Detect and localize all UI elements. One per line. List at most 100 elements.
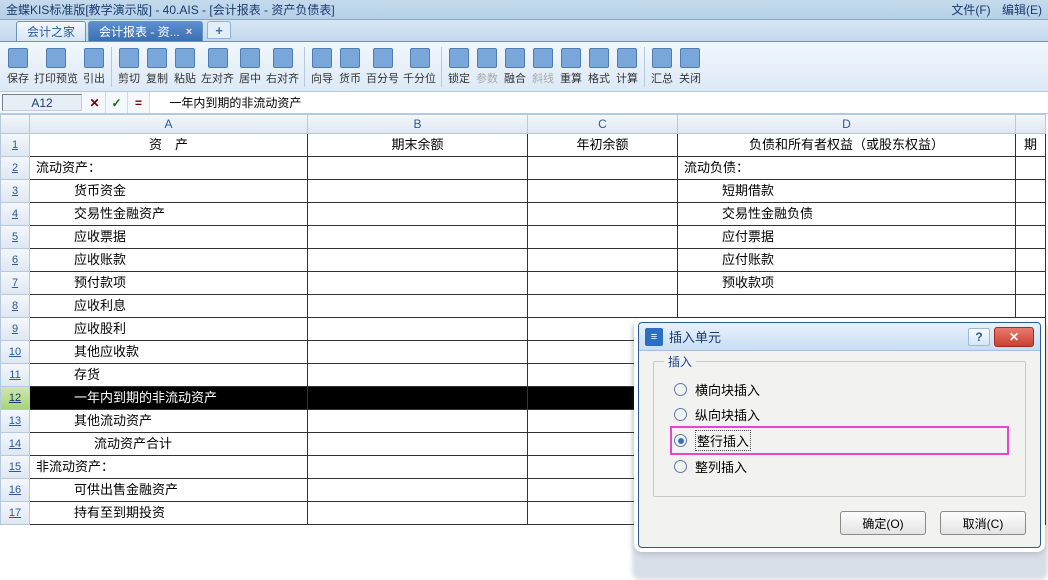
formula-confirm-button[interactable]: ✓	[106, 92, 128, 113]
wizard-button[interactable]: 向导	[308, 46, 336, 88]
row-header[interactable]: 16	[0, 479, 30, 502]
align-center-button[interactable]: 居中	[236, 46, 264, 88]
cell-D[interactable]: 应付票据	[678, 226, 1016, 249]
lock-button[interactable]: 锁定	[445, 46, 473, 88]
cell-A[interactable]: 资 产	[30, 134, 308, 157]
row-header[interactable]: 15	[0, 456, 30, 479]
dialog-title-bar[interactable]: ≡ 插入单元 ? ✕	[639, 323, 1040, 351]
align-left-button[interactable]: 左对齐	[199, 46, 236, 88]
table-row[interactable]: 1资 产期末余额年初余额负债和所有者权益（或股东权益）期	[0, 134, 1048, 157]
cell-A[interactable]: 流动资产：	[30, 157, 308, 180]
cell-C[interactable]	[528, 272, 678, 295]
menu-file[interactable]: 文件(F)	[951, 3, 990, 17]
row-header[interactable]: 1	[0, 134, 30, 157]
tab-0[interactable]: 会计之家	[16, 21, 86, 41]
cell-C[interactable]	[528, 203, 678, 226]
cell-B[interactable]: 期末余额	[308, 134, 528, 157]
cell-B[interactable]	[308, 180, 528, 203]
formula-equals-button[interactable]: =	[128, 92, 150, 113]
cell-E[interactable]	[1016, 203, 1046, 226]
cell-D[interactable]: 负债和所有者权益（或股东权益）	[678, 134, 1016, 157]
new-tab-button[interactable]: +	[207, 21, 231, 39]
cell-B[interactable]	[308, 502, 528, 525]
table-row[interactable]: 2流动资产：流动负债：	[0, 157, 1048, 180]
cell-E[interactable]	[1016, 272, 1046, 295]
row-header[interactable]: 11	[0, 364, 30, 387]
dialog-close-button[interactable]: ✕	[994, 327, 1034, 347]
cell-A[interactable]: 货币资金	[30, 180, 308, 203]
table-row[interactable]: 4交易性金融资产交易性金融负债	[0, 203, 1048, 226]
export-button[interactable]: 引出	[80, 46, 108, 88]
cell-B[interactable]	[308, 410, 528, 433]
cell-B[interactable]	[308, 433, 528, 456]
col-header-C[interactable]: C	[528, 114, 678, 134]
cell-D[interactable]: 短期借款	[678, 180, 1016, 203]
cell-B[interactable]	[308, 456, 528, 479]
row-header[interactable]: 10	[0, 341, 30, 364]
calc-button[interactable]: 计算	[613, 46, 641, 88]
tab-close-icon[interactable]: ×	[186, 26, 192, 38]
cell-B[interactable]	[308, 341, 528, 364]
merge-button[interactable]: 融合	[501, 46, 529, 88]
cut-button[interactable]: 剪切	[115, 46, 143, 88]
cell-E[interactable]	[1016, 157, 1046, 180]
cell-A[interactable]: 预付款项	[30, 272, 308, 295]
menu-edit[interactable]: 编辑(E)	[1002, 3, 1042, 17]
table-row[interactable]: 5应收票据应付票据	[0, 226, 1048, 249]
cell-E[interactable]	[1016, 226, 1046, 249]
cell-A[interactable]: 非流动资产：	[30, 456, 308, 479]
row-header[interactable]: 17	[0, 502, 30, 525]
cell-C[interactable]	[528, 226, 678, 249]
radio-option-3[interactable]: 整列插入	[674, 457, 1005, 476]
cell-B[interactable]	[308, 387, 528, 410]
col-header-B[interactable]: B	[308, 114, 528, 134]
formula-input[interactable]	[150, 92, 1048, 113]
cell-C[interactable]	[528, 180, 678, 203]
row-header[interactable]: 2	[0, 157, 30, 180]
table-row[interactable]: 8应收利息	[0, 295, 1048, 318]
paste-button[interactable]: 粘贴	[171, 46, 199, 88]
cell-B[interactable]	[308, 318, 528, 341]
cell-B[interactable]	[308, 226, 528, 249]
cell-B[interactable]	[308, 295, 528, 318]
cell-B[interactable]	[308, 249, 528, 272]
copy-button[interactable]: 复制	[143, 46, 171, 88]
cell-A[interactable]: 应收利息	[30, 295, 308, 318]
radio-option-1[interactable]: 纵向块插入	[674, 405, 1005, 424]
cell-C[interactable]	[528, 295, 678, 318]
preview-button[interactable]: 打印预览	[32, 46, 80, 88]
cell-C[interactable]	[528, 249, 678, 272]
row-header[interactable]: 7	[0, 272, 30, 295]
table-row[interactable]: 3货币资金短期借款	[0, 180, 1048, 203]
cell-A[interactable]: 其他应收款	[30, 341, 308, 364]
cell-D[interactable]: 预收款项	[678, 272, 1016, 295]
thousand-button[interactable]: 千分位	[401, 46, 438, 88]
tab-1[interactable]: 会计报表 - 资...×	[88, 21, 203, 41]
percent-button[interactable]: 百分号	[364, 46, 401, 88]
cell-D[interactable]: 应付账款	[678, 249, 1016, 272]
cell-E[interactable]	[1016, 295, 1046, 318]
cell-D[interactable]	[678, 295, 1016, 318]
col-header-E[interactable]	[1016, 114, 1046, 134]
cell-B[interactable]	[308, 157, 528, 180]
cell-A[interactable]: 持有至到期投资	[30, 502, 308, 525]
cell-D[interactable]: 交易性金融负债	[678, 203, 1016, 226]
row-header[interactable]: 6	[0, 249, 30, 272]
close-button[interactable]: 关闭	[676, 46, 704, 88]
currency-button[interactable]: 货币	[336, 46, 364, 88]
cell-A[interactable]: 流动资产合计	[30, 433, 308, 456]
cell-A[interactable]: 其他流动资产	[30, 410, 308, 433]
row-header[interactable]: 8	[0, 295, 30, 318]
cell-E[interactable]: 期	[1016, 134, 1046, 157]
ok-button[interactable]: 确定(O)	[840, 511, 926, 535]
cell-A[interactable]: 存货	[30, 364, 308, 387]
format-button[interactable]: 格式	[585, 46, 613, 88]
cell-E[interactable]	[1016, 180, 1046, 203]
row-header[interactable]: 14	[0, 433, 30, 456]
col-header-A[interactable]: A	[30, 114, 308, 134]
align-right-button[interactable]: 右对齐	[264, 46, 301, 88]
cell-B[interactable]	[308, 272, 528, 295]
dialog-help-button[interactable]: ?	[968, 328, 990, 346]
cell-A[interactable]: 应收账款	[30, 249, 308, 272]
radio-option-0[interactable]: 横向块插入	[674, 380, 1005, 399]
